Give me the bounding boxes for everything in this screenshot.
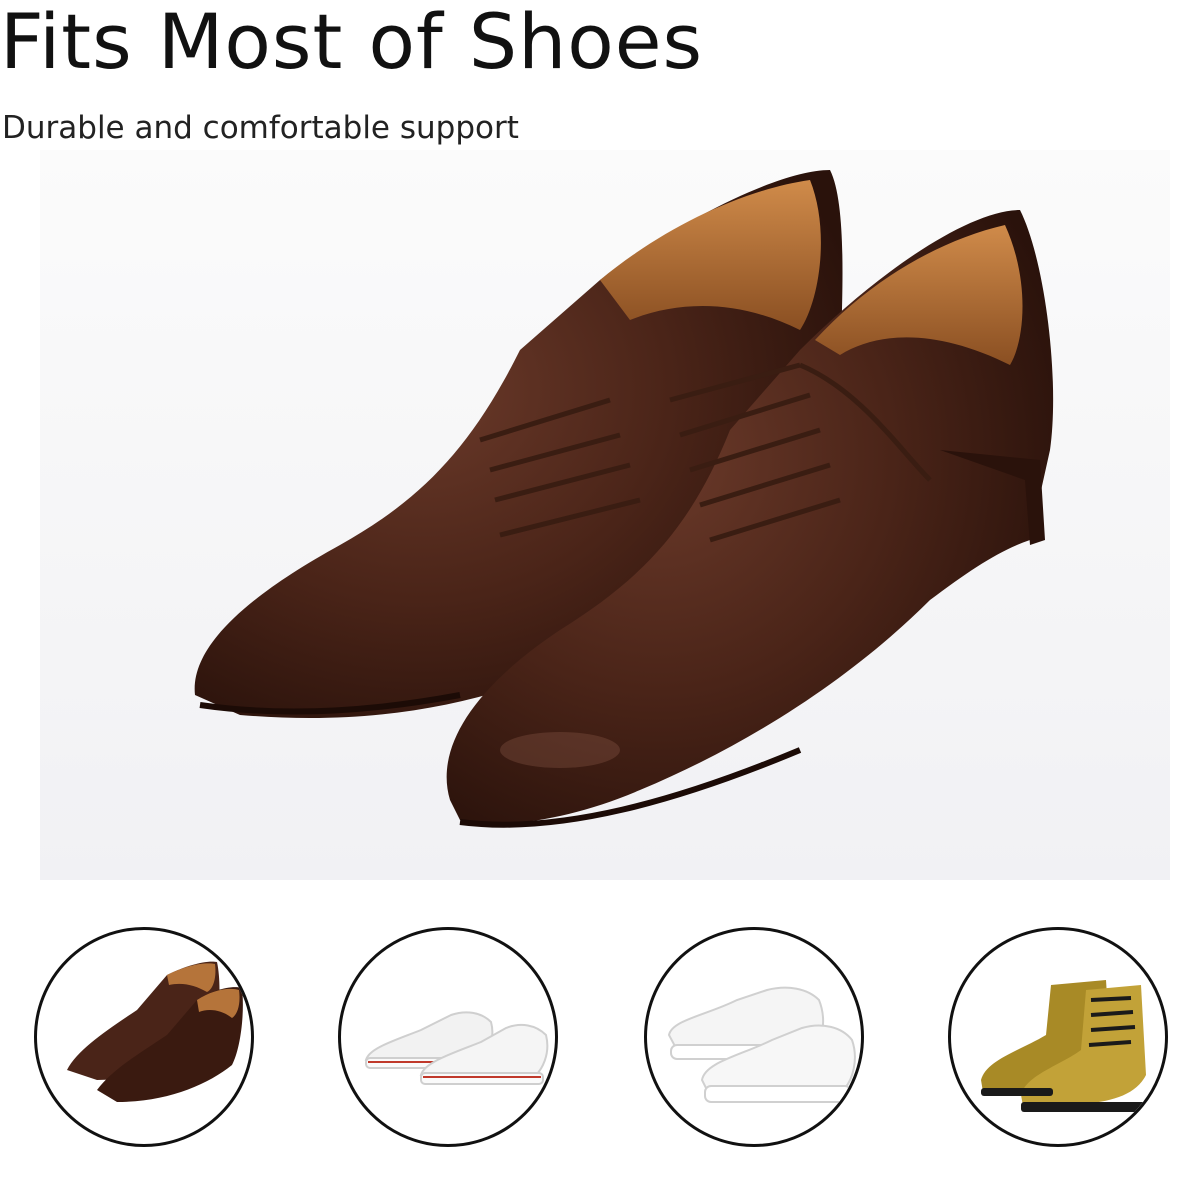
hero-image [40,150,1170,880]
white-running-sneaker-icon [667,986,856,1103]
thumbnail-oxford [34,927,254,1147]
white-canvas-sneaker-icon [364,1011,549,1085]
yellow-boot-icon [981,980,1147,1112]
thumbnail-canvas-sneaker [338,927,558,1147]
page-title: Fits Most of Shoes [0,0,704,86]
page-subtitle: Durable and comfortable support [2,110,519,146]
thumbnail-boot [948,927,1168,1147]
thumbnail-running-sneaker [644,927,864,1147]
brown-oxford-icon [67,961,243,1102]
